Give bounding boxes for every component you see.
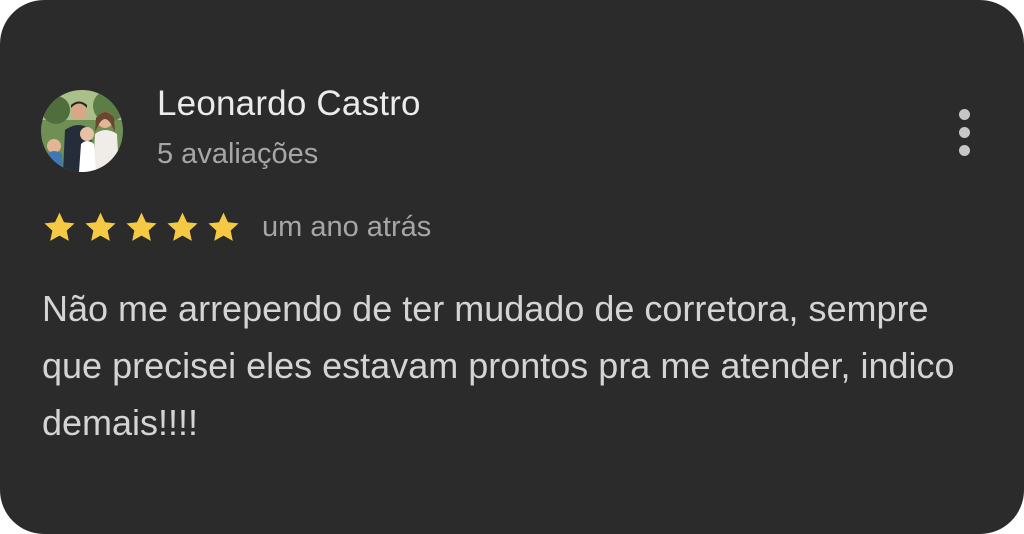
more-options-button[interactable] — [948, 104, 982, 162]
avatar-photo — [41, 90, 123, 172]
star-rating — [42, 210, 241, 245]
more-vert-icon — [959, 109, 970, 120]
more-vert-icon-dot — [959, 145, 970, 156]
star-icon — [126, 212, 157, 241]
reviewer-review-count: 5 avaliações — [157, 138, 319, 170]
rating-row: um ano atrás — [42, 207, 431, 247]
star-icon — [208, 212, 239, 241]
star-icon — [44, 212, 75, 241]
star-icon — [85, 212, 116, 241]
more-vert-icon-dot — [959, 127, 970, 138]
star-icon — [167, 212, 198, 241]
reviewer-name[interactable]: Leonardo Castro — [157, 84, 421, 124]
review-text: Não me arrependo de ter mudado de corret… — [42, 288, 955, 443]
avatar[interactable] — [41, 90, 123, 172]
review-date: um ano atrás — [262, 210, 432, 243]
review-card: Leonardo Castro 5 avaliações um ano atrá… — [0, 0, 1024, 534]
